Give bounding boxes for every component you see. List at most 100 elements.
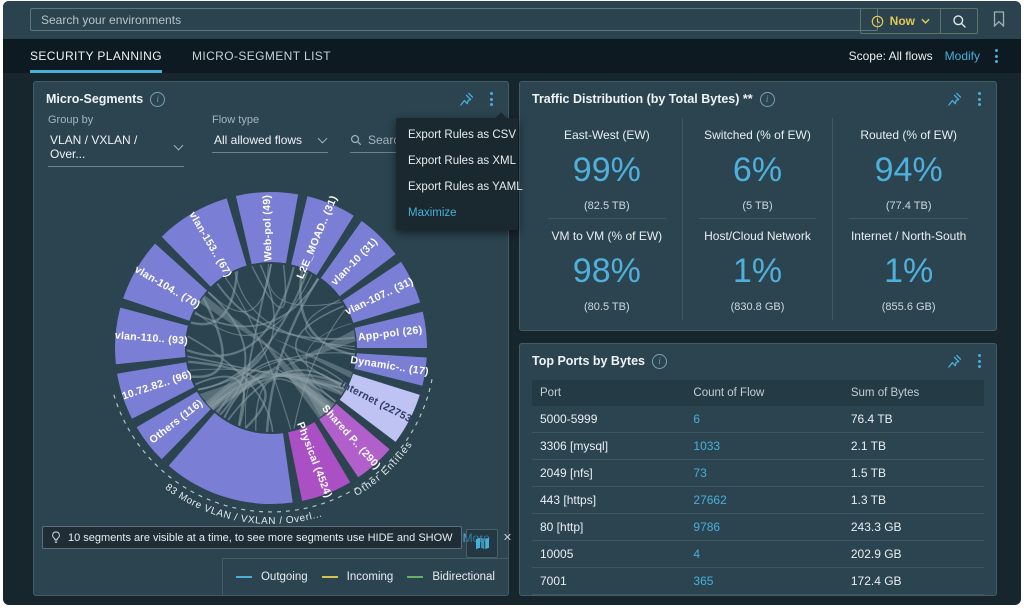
stat-subvalue: (830.8 GB) (683, 301, 833, 313)
search-button[interactable] (941, 9, 977, 33)
panel-menu: Export Rules as CSVExport Rules as XMLEx… (396, 118, 518, 230)
column-header-port[interactable]: Port (532, 380, 685, 406)
legend-item-outgoing: Outgoing (236, 571, 308, 583)
column-header-bytes[interactable]: Sum of Bytes (843, 380, 984, 406)
map-icon (475, 537, 490, 550)
group-by-label: Group by (48, 114, 184, 126)
traffic-distribution-panel: Traffic Distribution (by Total Bytes) **… (519, 81, 997, 331)
search-icon (952, 14, 967, 29)
legend-label: Bidirectional (432, 571, 495, 583)
pin-icon[interactable] (947, 354, 962, 369)
cell-flow-count-link[interactable]: 365 (685, 568, 842, 595)
cell-sum-bytes: 76.4 TB (843, 406, 984, 433)
flow-type-field: Flow type All allowed flows (212, 114, 328, 167)
stat-value[interactable]: 1% (833, 252, 984, 291)
stat-label: Routed (% of EW) (833, 128, 984, 142)
time-control-group: Now (860, 8, 978, 34)
minimap-toggle-button[interactable] (466, 529, 498, 558)
chart-controls: Group by VLAN / VXLAN / Over... Flow typ… (48, 114, 328, 167)
top-ports-table-body: 5000-5999676.4 TB3306 [mysql]10332.1 TB2… (532, 406, 984, 595)
legend-label: Incoming (347, 571, 394, 583)
cell-sum-bytes: 1.5 TB (843, 460, 984, 487)
legend-item-bidirectional: Bidirectional (407, 571, 495, 583)
legend-dash-icon (236, 576, 252, 578)
stat-label: East-West (EW) (532, 128, 682, 142)
top-ports-panel: Top Ports by Bytes i Port Count of Flow … (519, 343, 997, 596)
table-row: 5000-5999676.4 TB (532, 406, 984, 433)
hint-text: 10 segments are visible at a time, to se… (68, 532, 453, 544)
flow-type-select[interactable]: All allowed flows (212, 131, 328, 153)
time-picker-label: Now (890, 14, 915, 28)
group-by-value: VLAN / VXLAN / Over... (50, 133, 167, 161)
info-icon[interactable]: i (760, 92, 775, 107)
flow-type-label: Flow type (212, 114, 328, 126)
lightbulb-icon (51, 531, 61, 544)
modify-link[interactable]: Modify (945, 49, 980, 63)
menu-item-maximize[interactable]: Maximize (396, 200, 518, 226)
stat-host-cloud-network: Host/Cloud Network1%(830.8 GB) (683, 219, 834, 320)
panel-title: Micro-Segments (46, 92, 143, 106)
legend-item-incoming: Incoming (322, 571, 394, 583)
legend-label: Outgoing (261, 571, 308, 583)
panel-title: Traffic Distribution (by Total Bytes) ** (532, 92, 753, 106)
info-icon[interactable]: i (150, 92, 165, 107)
stat-label: VM to VM (% of EW) (532, 229, 682, 243)
cell-sum-bytes: 2.1 TB (843, 433, 984, 460)
donut-segment-label: Web-pol (49) (261, 195, 275, 262)
cell-flow-count-link[interactable]: 6 (685, 406, 842, 433)
cell-port: 7001 (532, 568, 685, 595)
stat-label: Switched (% of EW) (683, 128, 833, 142)
scope-kebab-menu-icon[interactable] (992, 46, 1001, 66)
bookmark-icon (993, 11, 1005, 27)
stat-value[interactable]: 98% (532, 252, 682, 291)
menu-item-export-rules-as-yaml[interactable]: Export Rules as YAML (396, 174, 518, 200)
cell-flow-count-link[interactable]: 9786 (685, 514, 842, 541)
info-icon[interactable]: i (652, 354, 667, 369)
cell-flow-count-link[interactable]: 27662 (685, 487, 842, 514)
cell-sum-bytes: 243.3 GB (843, 514, 984, 541)
stat-label: Internet / North-South (833, 229, 984, 243)
cell-port: 5000-5999 (532, 406, 685, 433)
cell-flow-count-link[interactable]: 4 (685, 541, 842, 568)
stat-value[interactable]: 94% (833, 151, 984, 190)
stat-value[interactable]: 6% (683, 151, 833, 190)
tab-micro-segment-list[interactable]: MICRO-SEGMENT LIST (192, 39, 331, 73)
time-picker-button[interactable]: Now (861, 9, 941, 33)
scope-label: Scope: All flows (849, 49, 933, 63)
panel-kebab-menu-icon[interactable] (975, 351, 984, 371)
clock-icon (871, 15, 884, 28)
top-ports-header: Top Ports by Bytes i (520, 344, 996, 378)
table-row: 80 [http]9786243.3 GB (532, 514, 984, 541)
menu-item-export-rules-as-xml[interactable]: Export Rules as XML (396, 148, 518, 174)
search-input[interactable] (30, 8, 878, 31)
stat-value[interactable]: 1% (683, 252, 833, 291)
cell-port: 443 [https] (532, 487, 685, 514)
close-icon[interactable]: ✕ (503, 531, 512, 544)
group-by-select[interactable]: VLAN / VXLAN / Over... (48, 131, 184, 167)
cell-flow-count-link[interactable]: 73 (685, 460, 842, 487)
stat-switched-of-ew: Switched (% of EW)6%(5 TB) (683, 118, 834, 219)
bookmark-button[interactable] (993, 11, 1005, 27)
panel-title: Top Ports by Bytes (532, 354, 645, 368)
panel-kebab-menu-icon[interactable] (975, 89, 984, 109)
cell-sum-bytes: 172.4 GB (843, 568, 984, 595)
stat-value[interactable]: 99% (532, 151, 682, 190)
group-by-field: Group by VLAN / VXLAN / Over... (48, 114, 184, 167)
stat-subvalue: (82.5 TB) (532, 200, 682, 212)
table-row: 3306 [mysql]10332.1 TB (532, 433, 984, 460)
pin-icon[interactable] (947, 92, 962, 107)
stat-vm-to-vm-of-ew: VM to VM (% of EW) 98% (80.5 TB) (532, 219, 683, 320)
cell-port: 3306 [mysql] (532, 433, 685, 460)
cell-flow-count-link[interactable]: 1033 (685, 433, 842, 460)
menu-item-export-rules-as-csv[interactable]: Export Rules as CSV (396, 122, 518, 148)
stat-subvalue: (80.5 TB) (532, 301, 682, 313)
panel-kebab-menu-icon[interactable] (487, 89, 496, 109)
column-header-count[interactable]: Count of Flow (685, 380, 842, 406)
search-icon (350, 134, 362, 146)
chevron-down-icon (174, 141, 184, 151)
flow-legend: Outgoing Incoming Bidirectional (222, 558, 508, 595)
pin-icon[interactable] (459, 92, 474, 107)
table-row: 100054202.9 GB (532, 541, 984, 568)
scope-cluster: Scope: All flows Modify (849, 39, 1001, 73)
tab-security-planning[interactable]: SECURITY PLANNING (30, 39, 162, 73)
